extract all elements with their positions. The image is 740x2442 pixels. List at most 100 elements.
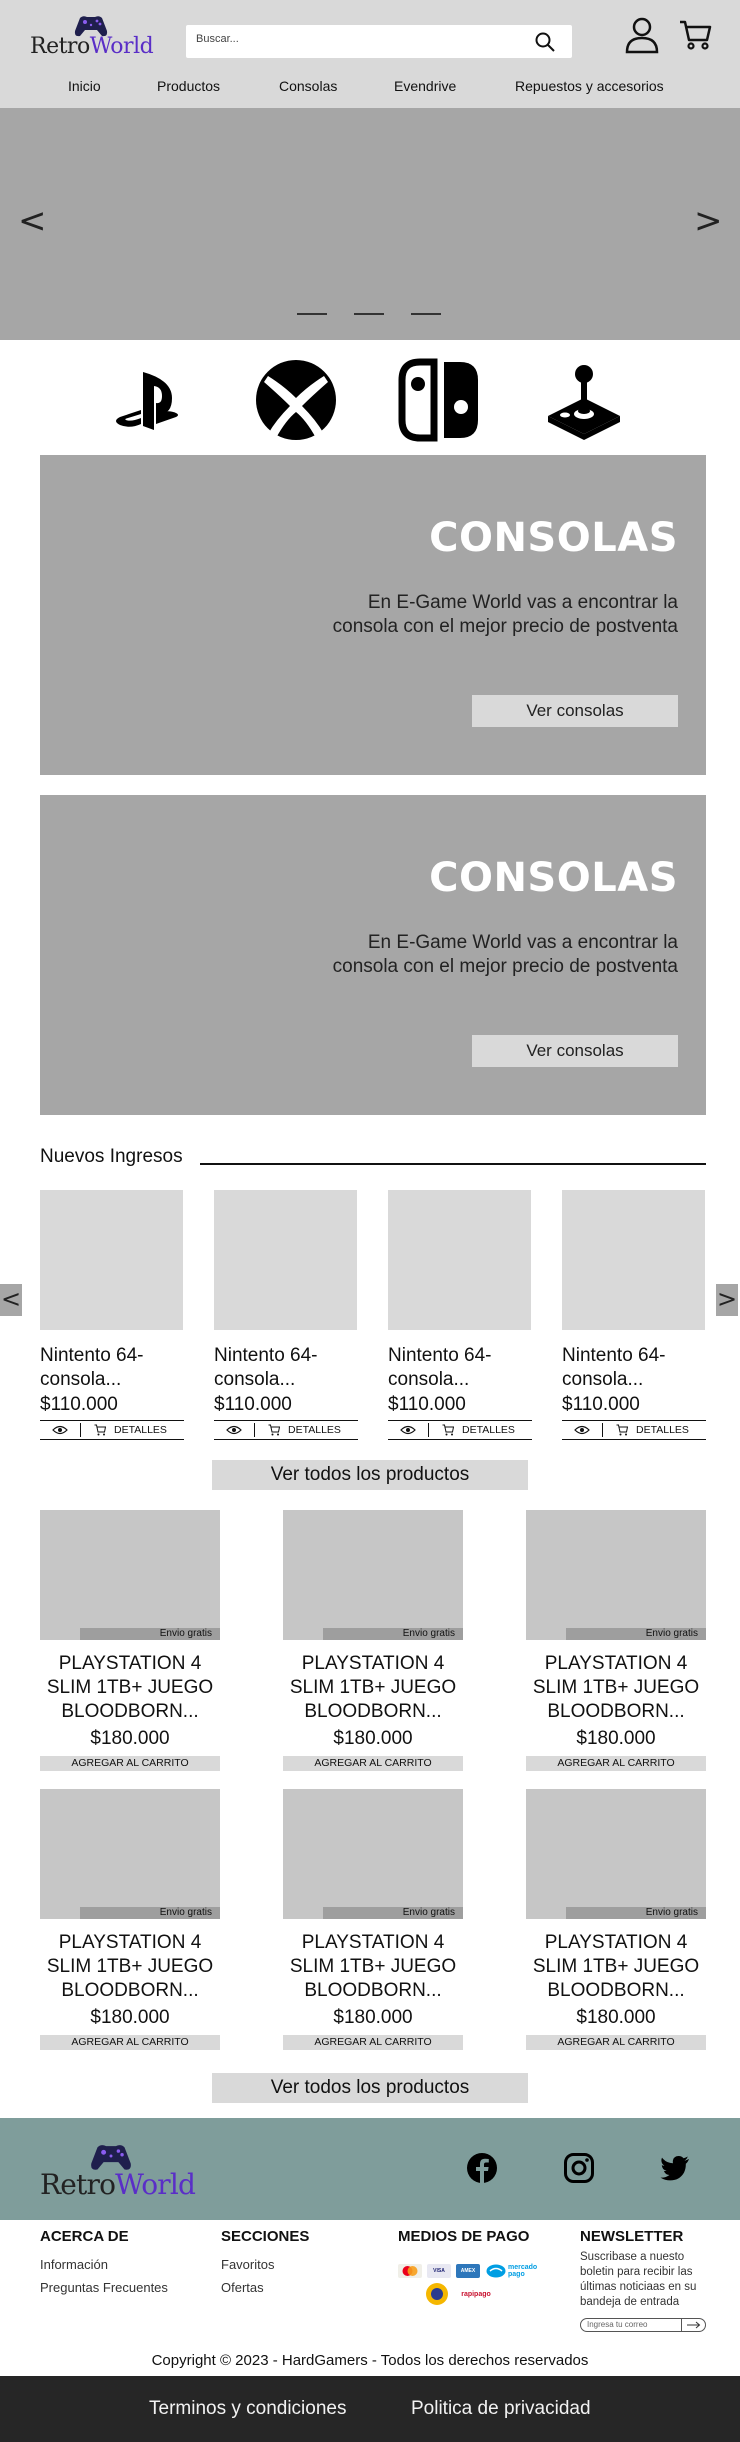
mercado-pago-label: mercado pago: [508, 2264, 538, 2278]
footer-payments: MEDIOS DE PAGO: [398, 2228, 529, 2245]
product-image[interactable]: [40, 1190, 183, 1330]
hero-indicator[interactable]: [411, 313, 441, 315]
section-divider: [200, 1163, 706, 1165]
footer-sections: SECCIONES Favoritos Ofertas: [221, 2228, 309, 2295]
hero-next-arrow[interactable]: >: [694, 204, 723, 238]
details-button[interactable]: DETALLES: [80, 1421, 184, 1439]
product-name[interactable]: Nintento 64- consola...: [214, 1344, 358, 1392]
rapipago-icon: rapipago: [461, 2291, 491, 2298]
add-to-cart-button[interactable]: AGREGAR AL CARRITO: [40, 1756, 220, 1771]
product-card: Envio gratis PLAYSTATION 4 SLIM 1TB+ JUE…: [526, 1510, 706, 1771]
newsletter-email-input[interactable]: [587, 2320, 677, 2329]
product-name[interactable]: Nintento 64- consola...: [562, 1344, 706, 1392]
product-image[interactable]: Envio gratis: [283, 1510, 463, 1640]
view-all-products-button[interactable]: Ver todos los productos: [212, 2073, 528, 2103]
footer-link-faq[interactable]: Preguntas Frecuentes: [40, 2280, 168, 2295]
promo-text: En E-Game World vas a encontrar la conso…: [332, 592, 678, 637]
add-to-cart-button[interactable]: AGREGAR AL CARRITO: [283, 1756, 463, 1771]
carousel-prev-arrow[interactable]: <: [0, 1284, 22, 1316]
view-button[interactable]: [40, 1421, 80, 1439]
view-button[interactable]: [562, 1421, 602, 1439]
product-name[interactable]: PLAYSTATION 4 SLIM 1TB+ JUEGO BLOODBORN.…: [526, 1931, 706, 2003]
product-image[interactable]: Envio gratis: [526, 1789, 706, 1919]
newsletter-submit-button[interactable]: [681, 2319, 705, 2331]
add-to-cart-button[interactable]: AGREGAR AL CARRITO: [283, 2035, 463, 2050]
product-name[interactable]: Nintento 64- consola...: [388, 1344, 532, 1392]
nav-item-inicio[interactable]: Inicio: [68, 78, 101, 94]
footer-heading: SECCIONES: [221, 2228, 310, 2245]
nav-item-consolas[interactable]: Consolas: [279, 78, 337, 94]
add-to-cart-button[interactable]: AGREGAR AL CARRITO: [526, 1756, 706, 1771]
hero-indicator[interactable]: [297, 313, 327, 315]
playstation-icon[interactable]: [110, 358, 194, 442]
product-image[interactable]: [388, 1190, 531, 1330]
nav-item-repuestos[interactable]: Repuestos y accesorios: [515, 78, 664, 94]
view-button[interactable]: [214, 1421, 254, 1439]
footer-logo[interactable]: RetroWorld: [40, 2140, 196, 2204]
footer-link-favoritos[interactable]: Favoritos: [221, 2257, 309, 2272]
cart-icon: [616, 1424, 628, 1436]
nav-item-productos[interactable]: Productos: [157, 78, 220, 94]
details-button[interactable]: DETALLES: [602, 1421, 706, 1439]
product-price: $110.000: [214, 1394, 292, 1415]
product-image[interactable]: Envio gratis: [283, 1789, 463, 1919]
product-price: $110.000: [40, 1394, 118, 1415]
joystick-icon[interactable]: [542, 358, 626, 442]
cart-icon[interactable]: [678, 18, 712, 52]
privacy-link[interactable]: Politica de privacidad: [411, 2398, 591, 2420]
product-image[interactable]: Envio gratis: [40, 1510, 220, 1640]
facebook-icon[interactable]: [466, 2152, 498, 2184]
cart-icon: [268, 1424, 280, 1436]
logo-text-retro: Retro: [40, 2168, 116, 2201]
product-card: Envio gratis PLAYSTATION 4 SLIM 1TB+ JUE…: [40, 1510, 220, 1771]
search-bar: [186, 25, 572, 58]
view-button[interactable]: [388, 1421, 428, 1439]
ver-consolas-button[interactable]: Ver consolas: [472, 1035, 678, 1067]
footer-newsletter: NEWSLETTER: [580, 2228, 683, 2245]
site-header: RetroWorld Inicio Productos Consolas Eve…: [0, 0, 740, 108]
user-icon[interactable]: [624, 16, 660, 54]
product-name[interactable]: PLAYSTATION 4 SLIM 1TB+ JUEGO BLOODBORN.…: [526, 1652, 706, 1724]
product-image[interactable]: Envio gratis: [40, 1789, 220, 1919]
search-input[interactable]: [196, 33, 516, 45]
twitter-icon[interactable]: [659, 2152, 691, 2184]
product-name[interactable]: PLAYSTATION 4 SLIM 1TB+ JUEGO BLOODBORN.…: [283, 1931, 463, 2003]
free-shipping-badge: Envio gratis: [566, 1628, 706, 1640]
mercado-pago-icon: [486, 2264, 506, 2278]
search-icon[interactable]: [534, 31, 556, 53]
add-to-cart-button[interactable]: AGREGAR AL CARRITO: [526, 2035, 706, 2050]
footer-link-ofertas[interactable]: Ofertas: [221, 2280, 309, 2295]
nav-item-evendrive[interactable]: Evendrive: [394, 78, 456, 94]
carousel-next-arrow[interactable]: >: [716, 1284, 738, 1316]
product-name[interactable]: PLAYSTATION 4 SLIM 1TB+ JUEGO BLOODBORN.…: [40, 1652, 220, 1724]
new-product-card: Nintento 64- consola... $110.000 DETALLE…: [388, 1190, 532, 1440]
details-label: DETALLES: [288, 1424, 341, 1436]
product-image[interactable]: [562, 1190, 705, 1330]
product-name[interactable]: PLAYSTATION 4 SLIM 1TB+ JUEGO BLOODBORN.…: [283, 1652, 463, 1724]
free-shipping-badge: Envio gratis: [566, 1907, 706, 1919]
instagram-icon[interactable]: [563, 2152, 595, 2184]
details-button[interactable]: DETALLES: [428, 1421, 532, 1439]
product-image[interactable]: [214, 1190, 357, 1330]
terms-link[interactable]: Terminos y condiciones: [149, 2398, 346, 2420]
nintendo-switch-icon[interactable]: [398, 358, 482, 442]
product-image[interactable]: Envio gratis: [526, 1510, 706, 1640]
add-to-cart-button[interactable]: AGREGAR AL CARRITO: [40, 2035, 220, 2050]
details-button[interactable]: DETALLES: [254, 1421, 358, 1439]
view-all-products-button[interactable]: Ver todos los productos: [212, 1460, 528, 1490]
site-logo[interactable]: RetroWorld: [30, 12, 154, 62]
nuevos-ingresos-title: Nuevos Ingresos: [40, 1146, 189, 1168]
product-name[interactable]: PLAYSTATION 4 SLIM 1TB+ JUEGO BLOODBORN.…: [40, 1931, 220, 2003]
footer-link-informacion[interactable]: Información: [40, 2257, 168, 2272]
product-name[interactable]: Nintento 64- consola...: [40, 1344, 184, 1392]
hero-indicator[interactable]: [354, 313, 384, 315]
hero-prev-arrow[interactable]: <: [18, 204, 47, 238]
free-shipping-badge: Envio gratis: [323, 1907, 463, 1919]
product-actions: DETALLES: [388, 1420, 532, 1440]
details-label: DETALLES: [462, 1424, 515, 1436]
free-shipping-badge: Envio gratis: [80, 1907, 220, 1919]
mastercard-icon: [398, 2264, 422, 2278]
logo-text: RetroWorld: [30, 34, 154, 59]
ver-consolas-button[interactable]: Ver consolas: [472, 695, 678, 727]
xbox-icon[interactable]: [254, 358, 338, 442]
